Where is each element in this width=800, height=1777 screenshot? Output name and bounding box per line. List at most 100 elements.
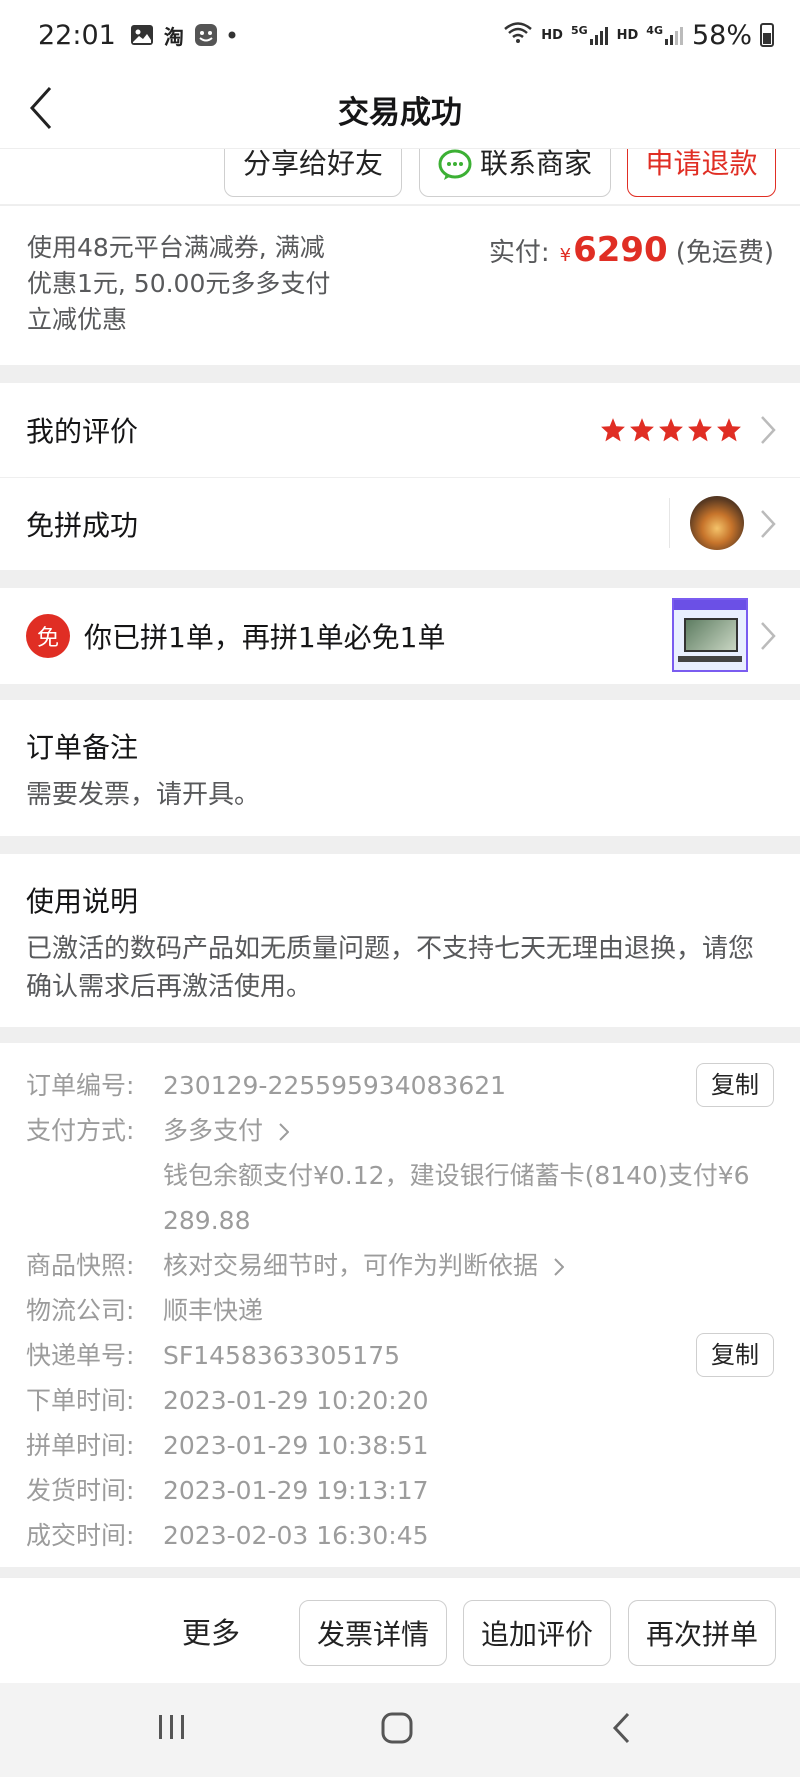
order-action-strip: 分享给好友 联系商家 申请退款 bbox=[0, 148, 800, 204]
usage-text: 已激活的数码产品如无质量问题，不支持七天无理由退换，请您确认需求后再激活使用。 bbox=[26, 934, 755, 1002]
home-icon[interactable] bbox=[380, 1711, 414, 1745]
status-bar: 22:01 淘 HD 5G HD 4G 58% bbox=[0, 0, 800, 70]
app-notification-icon bbox=[194, 23, 218, 47]
rating-stars bbox=[600, 417, 742, 443]
order-info-section: 订单编号: 230129-225595934083621 复制 支付方式: 多多… bbox=[0, 1043, 800, 1567]
back-button[interactable] bbox=[28, 82, 68, 134]
order-time-row: 下单时间: 2023-01-29 10:20:20 bbox=[26, 1378, 774, 1423]
battery-percent: 58% bbox=[691, 19, 752, 51]
more-button[interactable]: 更多 bbox=[182, 1610, 240, 1652]
payment-summary: 使用48元平台满减券, 满减优惠1元, 50.00元多多支付立减优惠 实付: ¥… bbox=[0, 205, 800, 365]
status-time: 22:01 bbox=[38, 19, 116, 51]
chevron-right-icon bbox=[761, 416, 776, 444]
chevron-right-icon bbox=[279, 1123, 289, 1141]
ship-time-row: 发货时间: 2023-01-29 19:13:17 bbox=[26, 1468, 774, 1513]
back-nav-icon[interactable] bbox=[610, 1711, 632, 1745]
bottom-action-bar: 更多 发票详情 追加评价 再次拼单 bbox=[0, 1577, 800, 1683]
order-time-value: 2023-01-29 10:20:20 bbox=[163, 1386, 429, 1415]
order-number-value: 230129-225595934083621 bbox=[163, 1071, 507, 1100]
group-success-row[interactable]: 免拼成功 bbox=[0, 478, 800, 570]
copy-order-number-button[interactable]: 复制 bbox=[696, 1063, 774, 1107]
my-review-row[interactable]: 我的评价 bbox=[0, 383, 800, 477]
refund-button-label: 申请退款 bbox=[645, 148, 758, 180]
payment-detail-row: 钱包余额支付¥0.12，建设银行储蓄卡(8140)支付¥6 bbox=[26, 1153, 774, 1198]
paid-amount: 实付: ¥ 6290 (免运费) bbox=[489, 230, 774, 270]
signal-4g-icon: 4G bbox=[646, 24, 684, 46]
group-time-label: 拼单时间: bbox=[26, 1431, 135, 1460]
logistics-row: 物流公司: 顺丰快递 bbox=[26, 1288, 774, 1333]
deal-time-value: 2023-02-03 16:30:45 bbox=[163, 1521, 429, 1550]
payment-method-value: 多多支付 bbox=[163, 1116, 264, 1145]
share-button-label: 分享给好友 bbox=[242, 148, 383, 180]
ship-time-value: 2023-01-29 19:13:17 bbox=[163, 1476, 429, 1505]
refund-button[interactable]: 申请退款 bbox=[627, 148, 776, 197]
star-icon bbox=[717, 418, 741, 442]
tracking-label: 快递单号: bbox=[26, 1341, 135, 1370]
notification-dot-icon bbox=[228, 31, 236, 39]
product-thumbnail bbox=[672, 598, 748, 672]
group-success-label: 免拼成功 bbox=[26, 509, 139, 542]
image-icon bbox=[130, 24, 154, 46]
snapshot-row[interactable]: 商品快照: 核对交易细节时，可作为判断依据 bbox=[26, 1243, 774, 1288]
add-review-button[interactable]: 追加评价 bbox=[463, 1600, 611, 1666]
avatar bbox=[690, 496, 744, 550]
snapshot-label: 商品快照: bbox=[26, 1251, 135, 1280]
group-time-value: 2023-01-29 10:38:51 bbox=[163, 1431, 429, 1460]
free-order-promo-row[interactable]: 免 你已拼1单，再拼1单必免1单 bbox=[0, 588, 800, 684]
amount-value: 6290 bbox=[573, 230, 668, 270]
status-right: HD 5G HD 4G 58% bbox=[503, 20, 774, 51]
invoice-details-button[interactable]: 发票详情 bbox=[299, 1600, 447, 1666]
star-icon bbox=[630, 418, 654, 442]
payment-detail-row-2: 289.88 bbox=[26, 1198, 774, 1243]
recent-apps-icon[interactable] bbox=[156, 1711, 188, 1743]
chat-icon bbox=[438, 149, 472, 182]
order-note-title: 订单备注 bbox=[26, 731, 139, 764]
logistics-value: 顺丰快递 bbox=[163, 1296, 264, 1325]
usage-instructions-section: 使用说明 已激活的数码产品如无质量问题，不支持七天无理由退换，请您确认需求后再激… bbox=[0, 854, 800, 1027]
tracking-value: SF1458363305175 bbox=[163, 1341, 401, 1370]
paid-label: 实付: bbox=[488, 238, 550, 268]
network-hd-label: HD bbox=[541, 27, 563, 43]
deal-time-label: 成交时间: bbox=[26, 1521, 135, 1550]
chevron-right-icon bbox=[761, 622, 776, 650]
rebuy-button[interactable]: 再次拼单 bbox=[628, 1600, 776, 1666]
payment-detail-line-1: 钱包余额支付¥0.12，建设银行储蓄卡(8140)支付¥6 bbox=[163, 1161, 750, 1190]
battery-icon bbox=[760, 23, 774, 47]
ship-time-label: 发货时间: bbox=[26, 1476, 135, 1505]
chevron-left-icon bbox=[29, 86, 52, 130]
deal-time-row: 成交时间: 2023-02-03 16:30:45 bbox=[26, 1513, 774, 1558]
promo-text: 你已拼1单，再拼1单必免1单 bbox=[84, 621, 446, 654]
shipping-note: (免运费) bbox=[675, 238, 774, 268]
star-icon bbox=[659, 418, 683, 442]
my-review-label: 我的评价 bbox=[26, 415, 139, 448]
star-icon bbox=[601, 418, 625, 442]
usage-title: 使用说明 bbox=[26, 885, 139, 918]
system-navigation-bar bbox=[0, 1683, 800, 1777]
tracking-row: 快递单号: SF1458363305175 复制 bbox=[26, 1333, 774, 1378]
copy-tracking-button[interactable]: 复制 bbox=[696, 1333, 774, 1377]
free-badge: 免 bbox=[26, 614, 70, 658]
wifi-icon bbox=[503, 20, 533, 51]
logistics-label: 物流公司: bbox=[26, 1296, 135, 1325]
order-number-row: 订单编号: 230129-225595934083621 复制 bbox=[26, 1063, 774, 1108]
order-note-section: 订单备注 需要发票，请开具。 bbox=[0, 700, 800, 836]
payment-method-row[interactable]: 支付方式: 多多支付 bbox=[26, 1108, 774, 1153]
order-time-label: 下单时间: bbox=[26, 1386, 135, 1415]
taobao-icon: 淘 bbox=[163, 24, 184, 49]
nav-bar: 交易成功 bbox=[0, 70, 800, 148]
payment-method-label: 支付方式: bbox=[26, 1116, 135, 1145]
share-button[interactable]: 分享给好友 bbox=[224, 148, 402, 197]
contact-merchant-button[interactable]: 联系商家 bbox=[419, 148, 611, 197]
contact-merchant-label: 联系商家 bbox=[479, 148, 592, 180]
page-title: 交易成功 bbox=[338, 94, 462, 131]
star-icon bbox=[688, 418, 712, 442]
network-hd-label-2: HD bbox=[616, 27, 639, 43]
chevron-right-icon bbox=[761, 510, 776, 538]
snapshot-value: 核对交易细节时，可作为判断依据 bbox=[163, 1251, 539, 1280]
signal-5g-icon: 5G bbox=[571, 24, 609, 46]
currency-symbol: ¥ bbox=[559, 245, 572, 266]
discount-description: 使用48元平台满减券, 满减优惠1元, 50.00元多多支付立减优惠 bbox=[27, 233, 331, 334]
order-number-label: 订单编号: bbox=[26, 1071, 135, 1100]
chevron-right-icon bbox=[554, 1258, 564, 1276]
separator bbox=[669, 498, 670, 548]
